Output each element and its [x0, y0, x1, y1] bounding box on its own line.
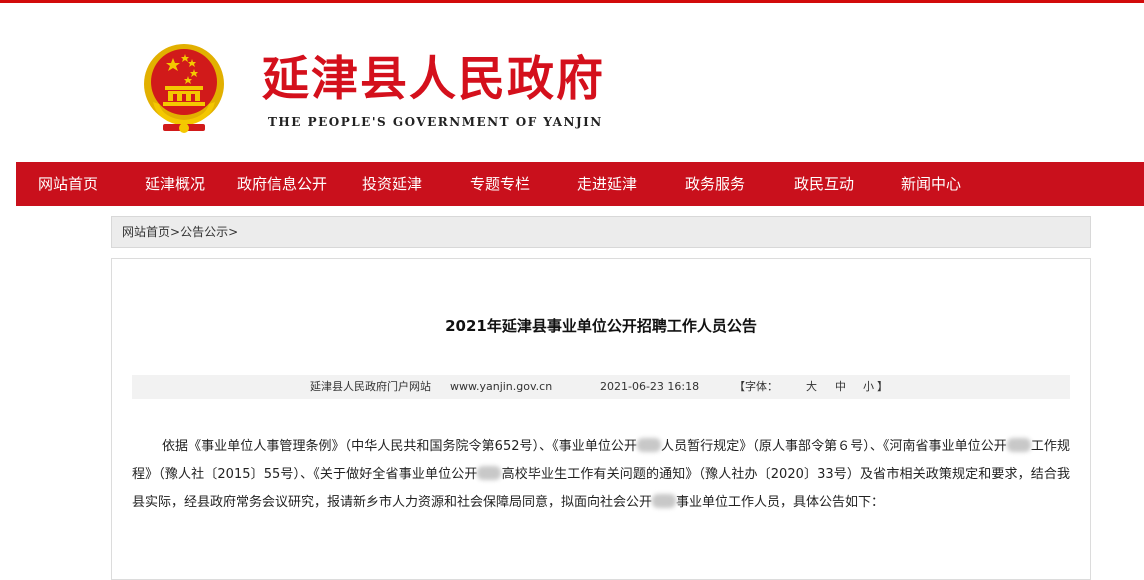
site-title: 延津县人民政府	[262, 52, 605, 107]
nav-item-overview[interactable]: 延津概况	[145, 162, 205, 206]
redaction-mark	[652, 494, 677, 508]
redaction-mark	[477, 466, 502, 480]
breadcrumb-current-link[interactable]: 公告公示	[180, 217, 228, 247]
top-accent-bar	[0, 0, 1144, 3]
breadcrumb: 网站首页 > 公告公示 >	[111, 216, 1091, 248]
font-medium-button[interactable]: 中	[835, 375, 846, 399]
nav-item-home[interactable]: 网站首页	[38, 162, 98, 206]
article-site-url: www.yanjin.gov.cn	[450, 380, 553, 393]
nav-item-explore[interactable]: 走进延津	[577, 162, 637, 206]
nav-item-interaction[interactable]: 政民互动	[794, 162, 854, 206]
text-segment: 依据《事业单位人事管理条例》（中华人民共和国务院令第652号）、《事业单位公开	[162, 439, 637, 454]
article-meta-bar: 延津县人民政府门户网站 www.yanjin.gov.cn 2021-06-23…	[132, 375, 1070, 399]
font-size-label: 【字体：	[734, 380, 778, 393]
nav-item-news[interactable]: 新闻中心	[901, 162, 961, 206]
font-size-close: 】	[877, 380, 888, 393]
article-date: 2021-06-23 16:18	[600, 380, 700, 393]
nav-item-topics[interactable]: 专题专栏	[470, 162, 530, 206]
nav-item-gov-info[interactable]: 政府信息公开	[237, 162, 327, 206]
font-large-button[interactable]: 大	[806, 375, 817, 399]
nav-item-invest[interactable]: 投资延津	[362, 162, 422, 206]
redaction-mark	[637, 438, 661, 452]
breadcrumb-separator: >	[228, 225, 239, 239]
national-emblem-icon	[144, 44, 224, 133]
redaction-mark	[1006, 438, 1031, 452]
article-body: 依据《事业单位人事管理条例》（中华人民共和国务院令第652号）、《事业单位公开 人…	[132, 433, 1070, 517]
text-segment: 人员暂行规定》（原人事部令第６号）、《河南省事业单位公开	[661, 439, 1007, 454]
article-paragraph: 依据《事业单位人事管理条例》（中华人民共和国务院令第652号）、《事业单位公开 人…	[132, 433, 1070, 517]
article-source: 延津县人民政府门户网站	[310, 380, 431, 393]
text-segment: 事业单位工作人员，具体公告如下：	[676, 495, 885, 510]
main-nav: 网站首页 延津概况 政府信息公开 投资延津 专题专栏 走进延津 政务服务 政民互…	[16, 162, 1144, 206]
nav-item-services[interactable]: 政务服务	[685, 162, 745, 206]
article-title: 2021年延津县事业单位公开招聘工作人员公告	[445, 317, 757, 335]
site-subtitle: THE PEOPLE'S GOVERNMENT OF YANJIN	[268, 115, 603, 129]
breadcrumb-separator: >	[170, 225, 181, 239]
article-panel: 2021年延津县事业单位公开招聘工作人员公告 延津县人民政府门户网站 www.y…	[111, 258, 1091, 580]
font-small-button[interactable]: 小	[863, 375, 874, 399]
breadcrumb-home-link[interactable]: 网站首页	[122, 217, 170, 247]
